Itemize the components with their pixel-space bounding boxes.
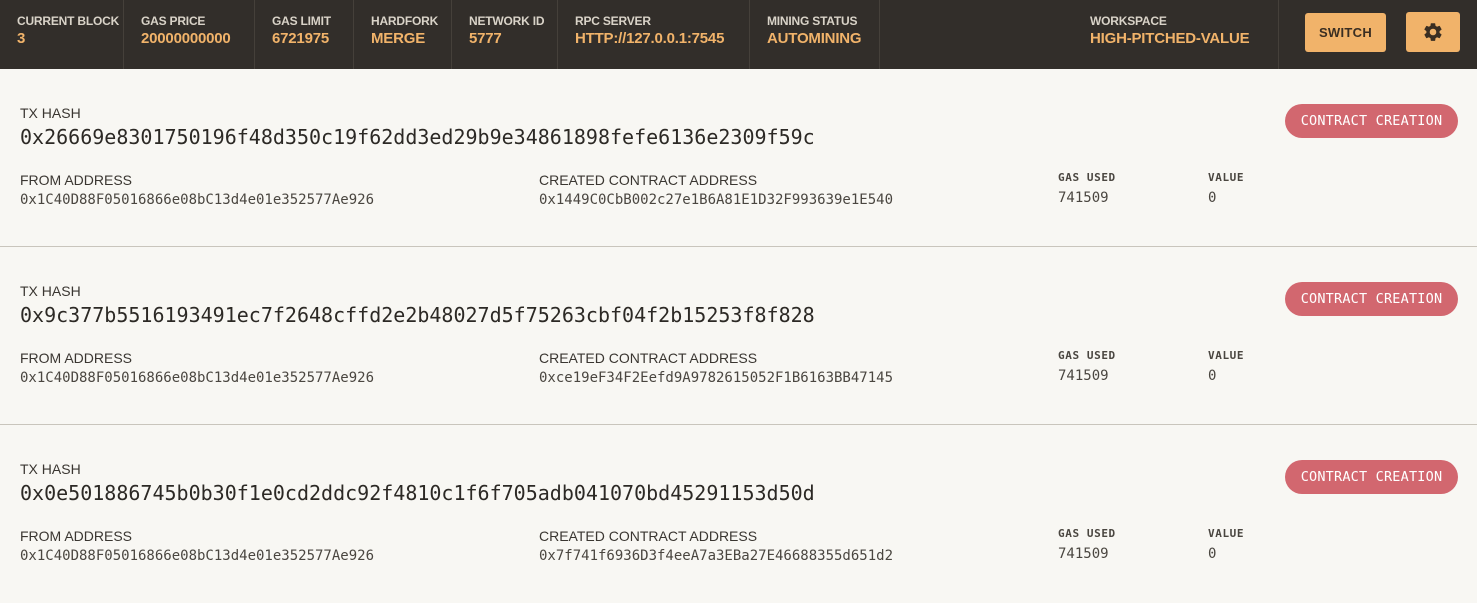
- tx-hash: 0x9c377b5516193491ec7f2648cffd2e2b48027d…: [20, 303, 815, 327]
- created-contract-label: CREATED CONTRACT ADDRESS: [539, 350, 758, 366]
- transaction-row[interactable]: TX HASH 0x0e501886745b0b30f1e0cd2ddc92f4…: [0, 425, 1477, 603]
- tx-hash: 0x26669e8301750196f48d350c19f62dd3ed29b9…: [20, 125, 815, 149]
- stat-workspace: WORKSPACE HIGH-PITCHED-VALUE: [1074, 0, 1279, 69]
- gas-used: 741509: [1058, 546, 1109, 562]
- from-address-label: FROM ADDRESS: [20, 172, 133, 188]
- stat-label: NETWORK ID: [469, 14, 545, 28]
- from-address-label: FROM ADDRESS: [20, 350, 133, 366]
- value-label: VALUE: [1208, 349, 1245, 362]
- stat-current-block: CURRENT BLOCK 3: [0, 0, 124, 69]
- stat-gas-limit: GAS LIMIT 6721975: [255, 0, 354, 69]
- tx-hash-label: TX HASH: [20, 105, 81, 121]
- tx-hash-label: TX HASH: [20, 283, 81, 299]
- stat-rpc-server: RPC SERVER HTTP://127.0.0.1:7545: [558, 0, 750, 69]
- stat-gas-price: GAS PRICE 20000000000: [124, 0, 255, 69]
- tx-hash: 0x0e501886745b0b30f1e0cd2ddc92f4810c1f6f…: [20, 481, 815, 505]
- contract-creation-badge: CONTRACT CREATION: [1285, 282, 1458, 316]
- stat-value: MERGE: [371, 30, 426, 47]
- value: 0: [1208, 546, 1217, 562]
- created-contract-label: CREATED CONTRACT ADDRESS: [539, 172, 758, 188]
- stat-label: GAS LIMIT: [272, 14, 331, 28]
- value: 0: [1208, 190, 1217, 206]
- value: 0: [1208, 368, 1217, 384]
- from-address: 0x1C40D88F05016866e08bC13d4e01e352577Ae9…: [20, 192, 375, 208]
- stat-value: AUTOMINING: [767, 30, 862, 47]
- gas-used-label: GAS USED: [1058, 171, 1116, 184]
- created-contract-address: 0x1449C0CbB002c27e1B6A81E1D32F993639e1E5…: [539, 192, 894, 208]
- gas-used-label: GAS USED: [1058, 527, 1116, 540]
- gear-icon: [1424, 23, 1442, 41]
- from-address: 0x1C40D88F05016866e08bC13d4e01e352577Ae9…: [20, 548, 375, 564]
- tx-hash-label: TX HASH: [20, 461, 81, 477]
- stat-network-id: NETWORK ID 5777: [452, 0, 558, 69]
- stat-value: 20000000000: [141, 30, 231, 47]
- contract-creation-badge: CONTRACT CREATION: [1285, 104, 1458, 138]
- stat-value: 3: [17, 30, 26, 47]
- gas-used: 741509: [1058, 368, 1109, 384]
- contract-creation-badge: CONTRACT CREATION: [1285, 460, 1458, 494]
- transaction-row[interactable]: TX HASH 0x26669e8301750196f48d350c19f62d…: [0, 69, 1477, 247]
- stat-mining-status: MINING STATUS AUTOMINING: [750, 0, 880, 69]
- transaction-row[interactable]: TX HASH 0x9c377b5516193491ec7f2648cffd2e…: [0, 247, 1477, 425]
- stat-value: 6721975: [272, 30, 329, 47]
- stat-label: RPC SERVER: [575, 14, 651, 28]
- stat-label: CURRENT BLOCK: [17, 14, 120, 28]
- stat-hardfork: HARDFORK MERGE: [354, 0, 452, 69]
- value-label: VALUE: [1208, 171, 1245, 184]
- from-address: 0x1C40D88F05016866e08bC13d4e01e352577Ae9…: [20, 370, 375, 386]
- created-contract-label: CREATED CONTRACT ADDRESS: [539, 528, 758, 544]
- stat-label: HARDFORK: [371, 14, 439, 28]
- from-address-label: FROM ADDRESS: [20, 528, 133, 544]
- stat-value: HTTP://127.0.0.1:7545: [575, 30, 725, 47]
- stat-label: WORKSPACE: [1090, 14, 1167, 28]
- stat-label: GAS PRICE: [141, 14, 206, 28]
- workspace-name: HIGH-PITCHED-VALUE: [1090, 30, 1250, 47]
- created-contract-address: 0xce19eF34F2Eefd9A9782615052F1B6163BB471…: [539, 370, 894, 386]
- gas-used: 741509: [1058, 190, 1109, 206]
- switch-button[interactable]: SWITCH: [1305, 13, 1386, 52]
- settings-button[interactable]: [1406, 12, 1460, 52]
- stat-label: MINING STATUS: [767, 14, 858, 28]
- top-status-bar: CURRENT BLOCK 3 GAS PRICE 20000000000 GA…: [0, 0, 1477, 69]
- value-label: VALUE: [1208, 527, 1245, 540]
- created-contract-address: 0x7f741f6936D3f4eeA7a3EBa27E46688355d651…: [539, 548, 894, 564]
- transaction-list: TX HASH 0x26669e8301750196f48d350c19f62d…: [0, 69, 1477, 603]
- stat-value: 5777: [469, 30, 502, 47]
- gas-used-label: GAS USED: [1058, 349, 1116, 362]
